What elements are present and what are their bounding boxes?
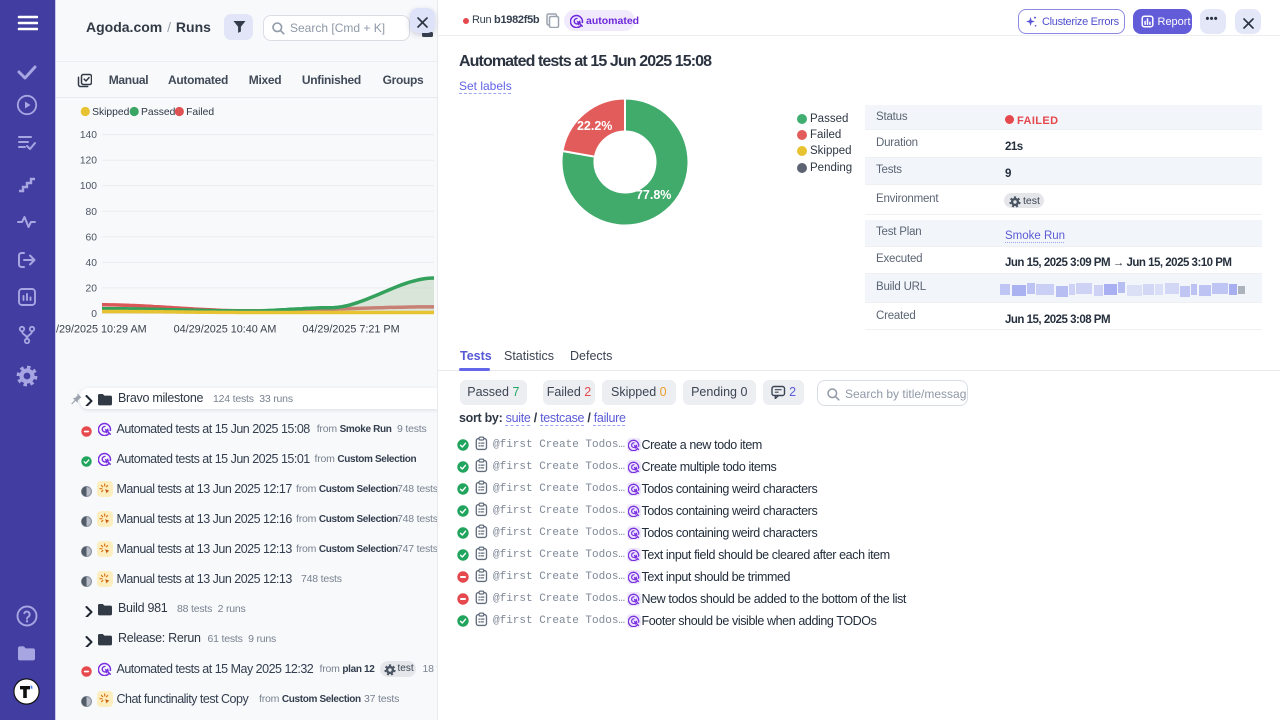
svg-text:120: 120 bbox=[80, 156, 97, 167]
svg-text:Failed: Failed bbox=[186, 107, 214, 118]
svg-text:20: 20 bbox=[86, 283, 98, 294]
svg-text:140: 140 bbox=[80, 130, 97, 141]
svg-text:40: 40 bbox=[86, 258, 98, 269]
svg-text:Skipped: Skipped bbox=[92, 107, 129, 118]
svg-text:0: 0 bbox=[91, 309, 97, 320]
svg-text:80: 80 bbox=[86, 207, 98, 218]
svg-text:60: 60 bbox=[86, 232, 98, 243]
svg-text:04/29/2025 10:40 AM: 04/29/2025 10:40 AM bbox=[174, 324, 277, 336]
svg-text:Passed: Passed bbox=[141, 107, 176, 118]
svg-text:77.8%: 77.8% bbox=[636, 188, 671, 202]
svg-text:04/29/2025 7:21 PM: 04/29/2025 7:21 PM bbox=[302, 324, 399, 336]
svg-text:100: 100 bbox=[80, 181, 97, 192]
svg-text:22.2%: 22.2% bbox=[577, 119, 612, 133]
svg-text:/29/2025 10:29 AM: /29/2025 10:29 AM bbox=[56, 324, 147, 336]
